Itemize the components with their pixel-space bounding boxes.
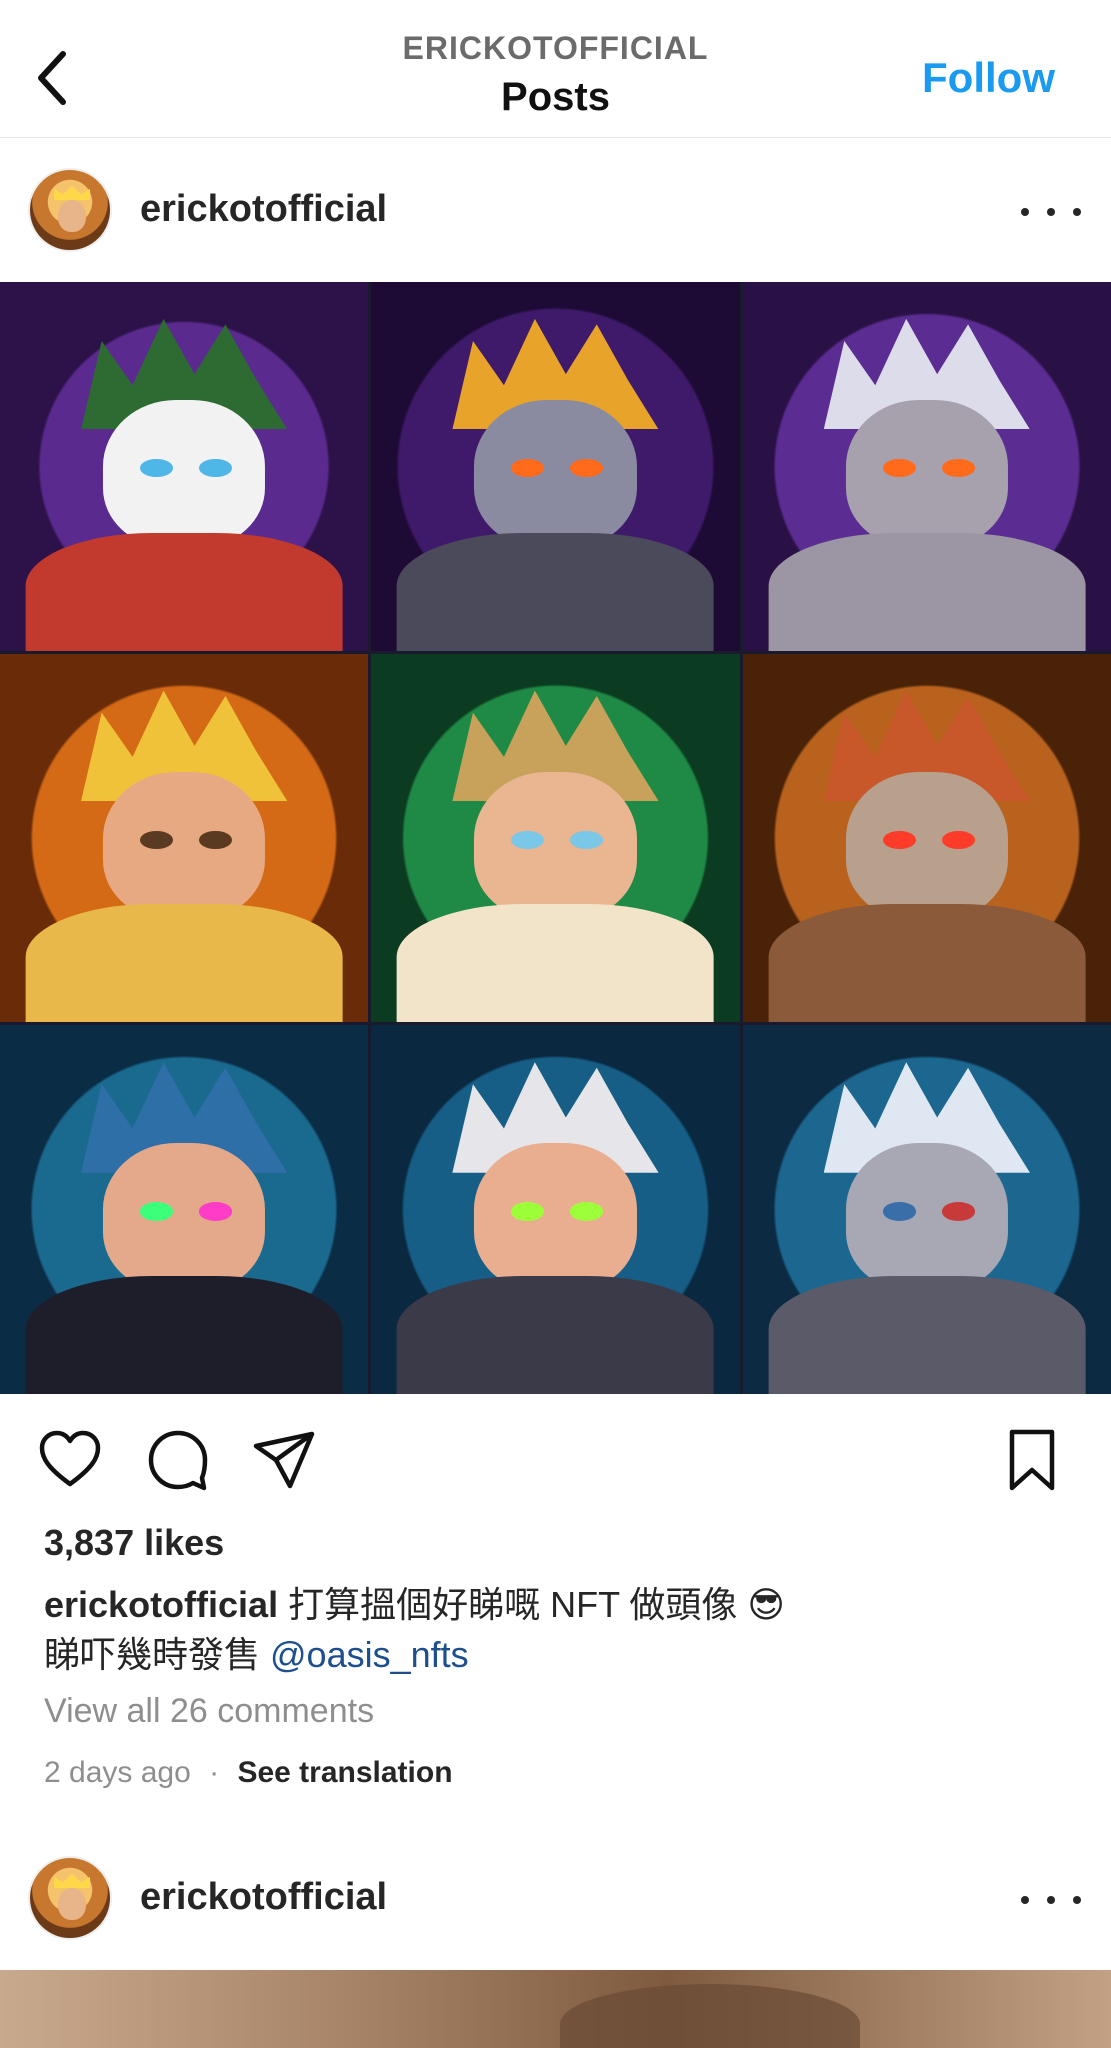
post-username[interactable]: erickotofficial [140, 188, 387, 231]
avatar-crown [54, 186, 90, 200]
demon-king-avatar [371, 282, 740, 651]
joker-avatar [0, 282, 369, 651]
next-post-image[interactable] [0, 1970, 1111, 2048]
likes-count[interactable]: 3,837 likes [44, 1522, 224, 1564]
post-header: erickotofficial [0, 140, 1111, 286]
post-image[interactable] [0, 282, 1111, 1394]
prince-avatar [371, 653, 740, 1023]
save-button[interactable] [1000, 1428, 1064, 1492]
share-button[interactable] [252, 1428, 316, 1492]
comment-button[interactable] [146, 1428, 210, 1492]
bookmark-icon [1009, 1429, 1055, 1491]
avatar-face [58, 1888, 86, 1920]
see-translation-link[interactable]: See translation [237, 1756, 452, 1789]
avatar[interactable] [28, 1856, 112, 1940]
separator-dot: · [209, 1756, 220, 1789]
heart-icon [39, 1430, 101, 1487]
post-caption: erickotofficial 打算搵個好睇嘅 NFT 做頭像 😎 睇吓幾時發售… [44, 1580, 1074, 1680]
caption-line-2: 睇吓幾時發售 [44, 1634, 271, 1675]
skull-mask-avatar [742, 653, 1111, 1023]
more-options-button[interactable] [1021, 192, 1081, 232]
next-post-username[interactable]: erickotofficial [140, 1876, 387, 1919]
cyber-goggles-avatar [0, 1025, 369, 1394]
king-avatar [0, 653, 369, 1023]
next-post-header: erickotofficial [0, 1826, 1111, 1972]
post-actions [0, 1420, 1111, 1500]
avatar-crown [54, 1874, 90, 1888]
view-comments-link[interactable]: View all 26 comments [44, 1692, 374, 1731]
caption-text: 打算搵個好睇嘅 NFT 做頭像 😎 [288, 1584, 785, 1625]
paper-plane-icon [253, 1431, 315, 1489]
more-dots-icon [1021, 208, 1029, 216]
top-nav-bar: ERICKOTOFFICIAL Posts Follow [0, 0, 1111, 138]
avatar[interactable] [28, 168, 112, 252]
comment-bubble-icon [148, 1430, 208, 1491]
avatar-face [58, 200, 86, 232]
more-dots-icon [1021, 1896, 1029, 1904]
post-meta: 2 days ago · See translation [44, 1756, 453, 1790]
mention-link[interactable]: @oasis_nfts [270, 1634, 469, 1675]
like-button[interactable] [38, 1428, 102, 1492]
green-visor-avatar [371, 1025, 740, 1394]
more-options-button[interactable] [1021, 1880, 1081, 1920]
elf-warrior-avatar [742, 282, 1111, 651]
follow-button[interactable]: Follow [922, 54, 1055, 102]
timestamp: 2 days ago [44, 1756, 191, 1789]
ninja-mask-avatar [742, 1025, 1111, 1394]
caption-username[interactable]: erickotofficial [44, 1584, 278, 1625]
